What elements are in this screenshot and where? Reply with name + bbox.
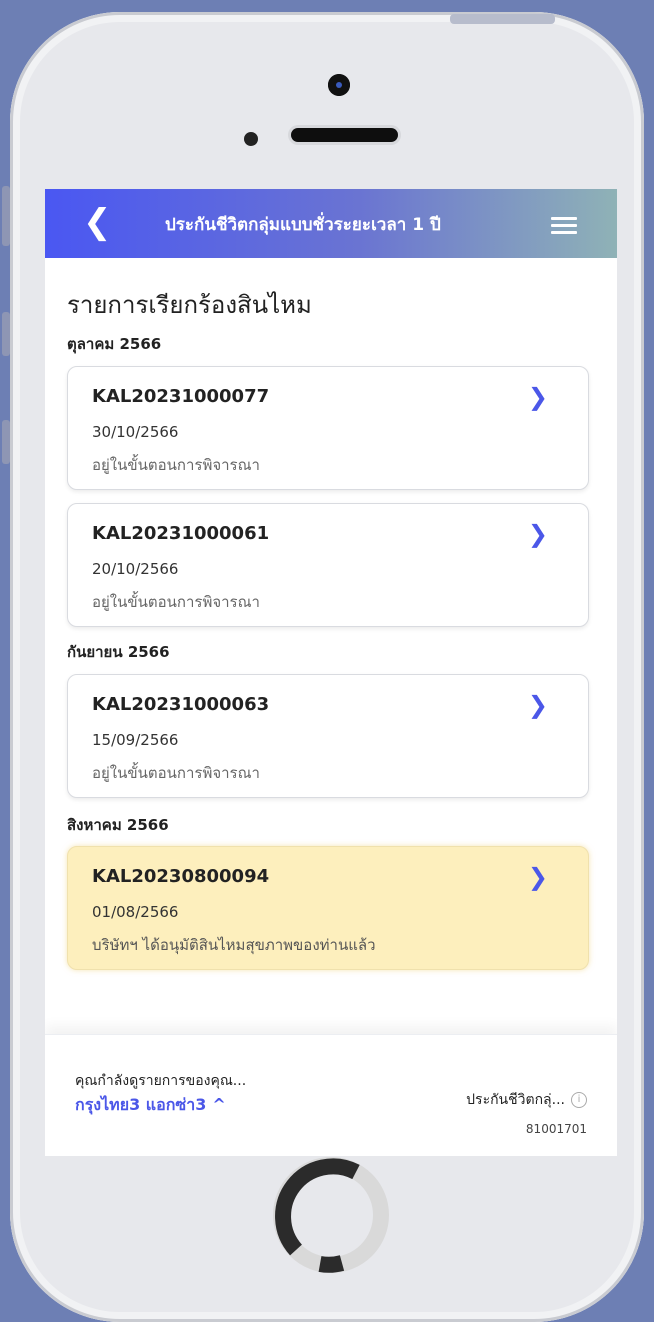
hamburger-icon-line — [551, 224, 577, 227]
policy-number: 81001701 — [525, 1122, 587, 1136]
hamburger-icon — [551, 217, 577, 220]
chevron-right-icon: ❯ — [527, 383, 548, 411]
month-heading: กันยายน 2566 — [67, 643, 170, 661]
spinner-arc — [275, 1158, 360, 1256]
page-title: รายการเรียกร้องสินไหม — [67, 291, 312, 319]
chevron-right-icon: ❯ — [527, 520, 548, 548]
claim-date: 30/10/2566 — [92, 423, 179, 441]
claim-status: อยู่ในขั้นตอนการพิจารณา — [92, 764, 260, 782]
chevron-left-icon: ❮ — [83, 202, 112, 242]
policy-selector[interactable]: ประกันชีวิตกลุ่... i — [466, 1089, 587, 1111]
claim-card[interactable]: KAL20231000077 ❯ 30/10/2566 อยู่ในขั้นตอ… — [67, 366, 589, 490]
policy-name: ประกันชีวิตกลุ่... — [466, 1092, 565, 1108]
volume-up-button — [2, 312, 10, 356]
volume-down-button — [2, 420, 10, 464]
claim-status: บริษัทฯ ได้อนุมัติสินไหมสุขภาพของท่านแล้… — [92, 936, 376, 954]
claim-date: 01/08/2566 — [92, 903, 179, 921]
claim-id: KAL20231000063 — [92, 694, 270, 715]
loading-spinner-icon — [273, 1157, 389, 1273]
front-camera — [328, 74, 350, 96]
earpiece-speaker — [291, 128, 398, 142]
app-header: ❮ ประกันชีวิตกลุ่มแบบชั่วระยะเวลา 1 ปี — [45, 189, 617, 258]
chevron-right-icon: ❯ — [527, 863, 548, 891]
claim-id: KAL20231000061 — [92, 523, 270, 544]
spinner-arc — [318, 1255, 345, 1273]
claim-status: อยู่ในขั้นตอนการพิจารณา — [92, 593, 260, 611]
claim-card[interactable]: KAL20231000063 ❯ 15/09/2566 อยู่ในขั้นตอ… — [67, 674, 589, 798]
mute-switch — [2, 186, 10, 246]
claim-id: KAL20231000077 — [92, 386, 270, 407]
power-button — [450, 14, 555, 24]
hamburger-icon-line — [551, 231, 577, 234]
month-heading: ตุลาคม 2566 — [67, 335, 162, 353]
claim-date: 15/09/2566 — [92, 731, 179, 749]
month-heading: สิงหาคม 2566 — [67, 816, 169, 834]
menu-button[interactable] — [551, 217, 577, 238]
account-switcher[interactable]: กรุงไทย3 แอกซ่า3 ^ — [75, 1093, 226, 1118]
claim-id: KAL20230800094 — [92, 866, 270, 887]
person-name: กรุงไทย3 แอกซ่า3 — [75, 1095, 207, 1114]
app-screen: ❮ ประกันชีวิตกลุ่มแบบชั่วระยะเวลา 1 ปี ร… — [45, 189, 617, 1156]
claim-card[interactable]: KAL20230800094 ❯ 01/08/2566 บริษัทฯ ได้อ… — [67, 846, 589, 970]
chevron-up-icon: ^ — [212, 1095, 226, 1114]
claim-card[interactable]: KAL20231000061 ❯ 20/10/2566 อยู่ในขั้นตอ… — [67, 503, 589, 627]
claim-date: 20/10/2566 — [92, 560, 179, 578]
info-icon[interactable]: i — [571, 1092, 587, 1108]
claim-status: อยู่ในขั้นตอนการพิจารณา — [92, 456, 260, 474]
viewing-label: คุณกำลังดูรายการของคุณ... — [75, 1073, 247, 1089]
proximity-sensor — [244, 132, 258, 146]
account-footer: คุณกำลังดูรายการของคุณ... กรุงไทย3 แอกซ่… — [45, 1034, 617, 1156]
chevron-right-icon: ❯ — [527, 691, 548, 719]
back-button[interactable]: ❮ — [83, 205, 112, 239]
header-title: ประกันชีวิตกลุ่มแบบชั่วระยะเวลา 1 ปี — [165, 215, 441, 235]
